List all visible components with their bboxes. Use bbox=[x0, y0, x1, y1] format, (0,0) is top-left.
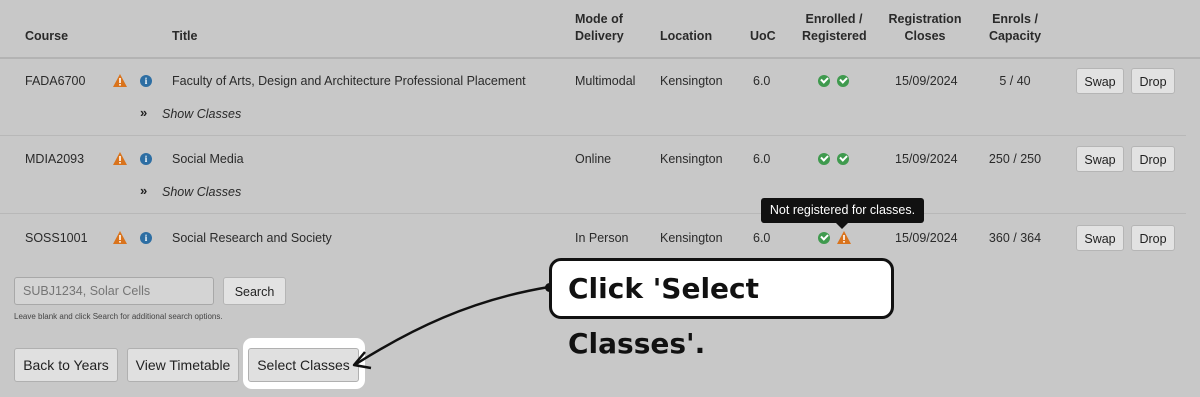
instruction-callout: Click 'Select Classes'. bbox=[549, 258, 894, 360]
